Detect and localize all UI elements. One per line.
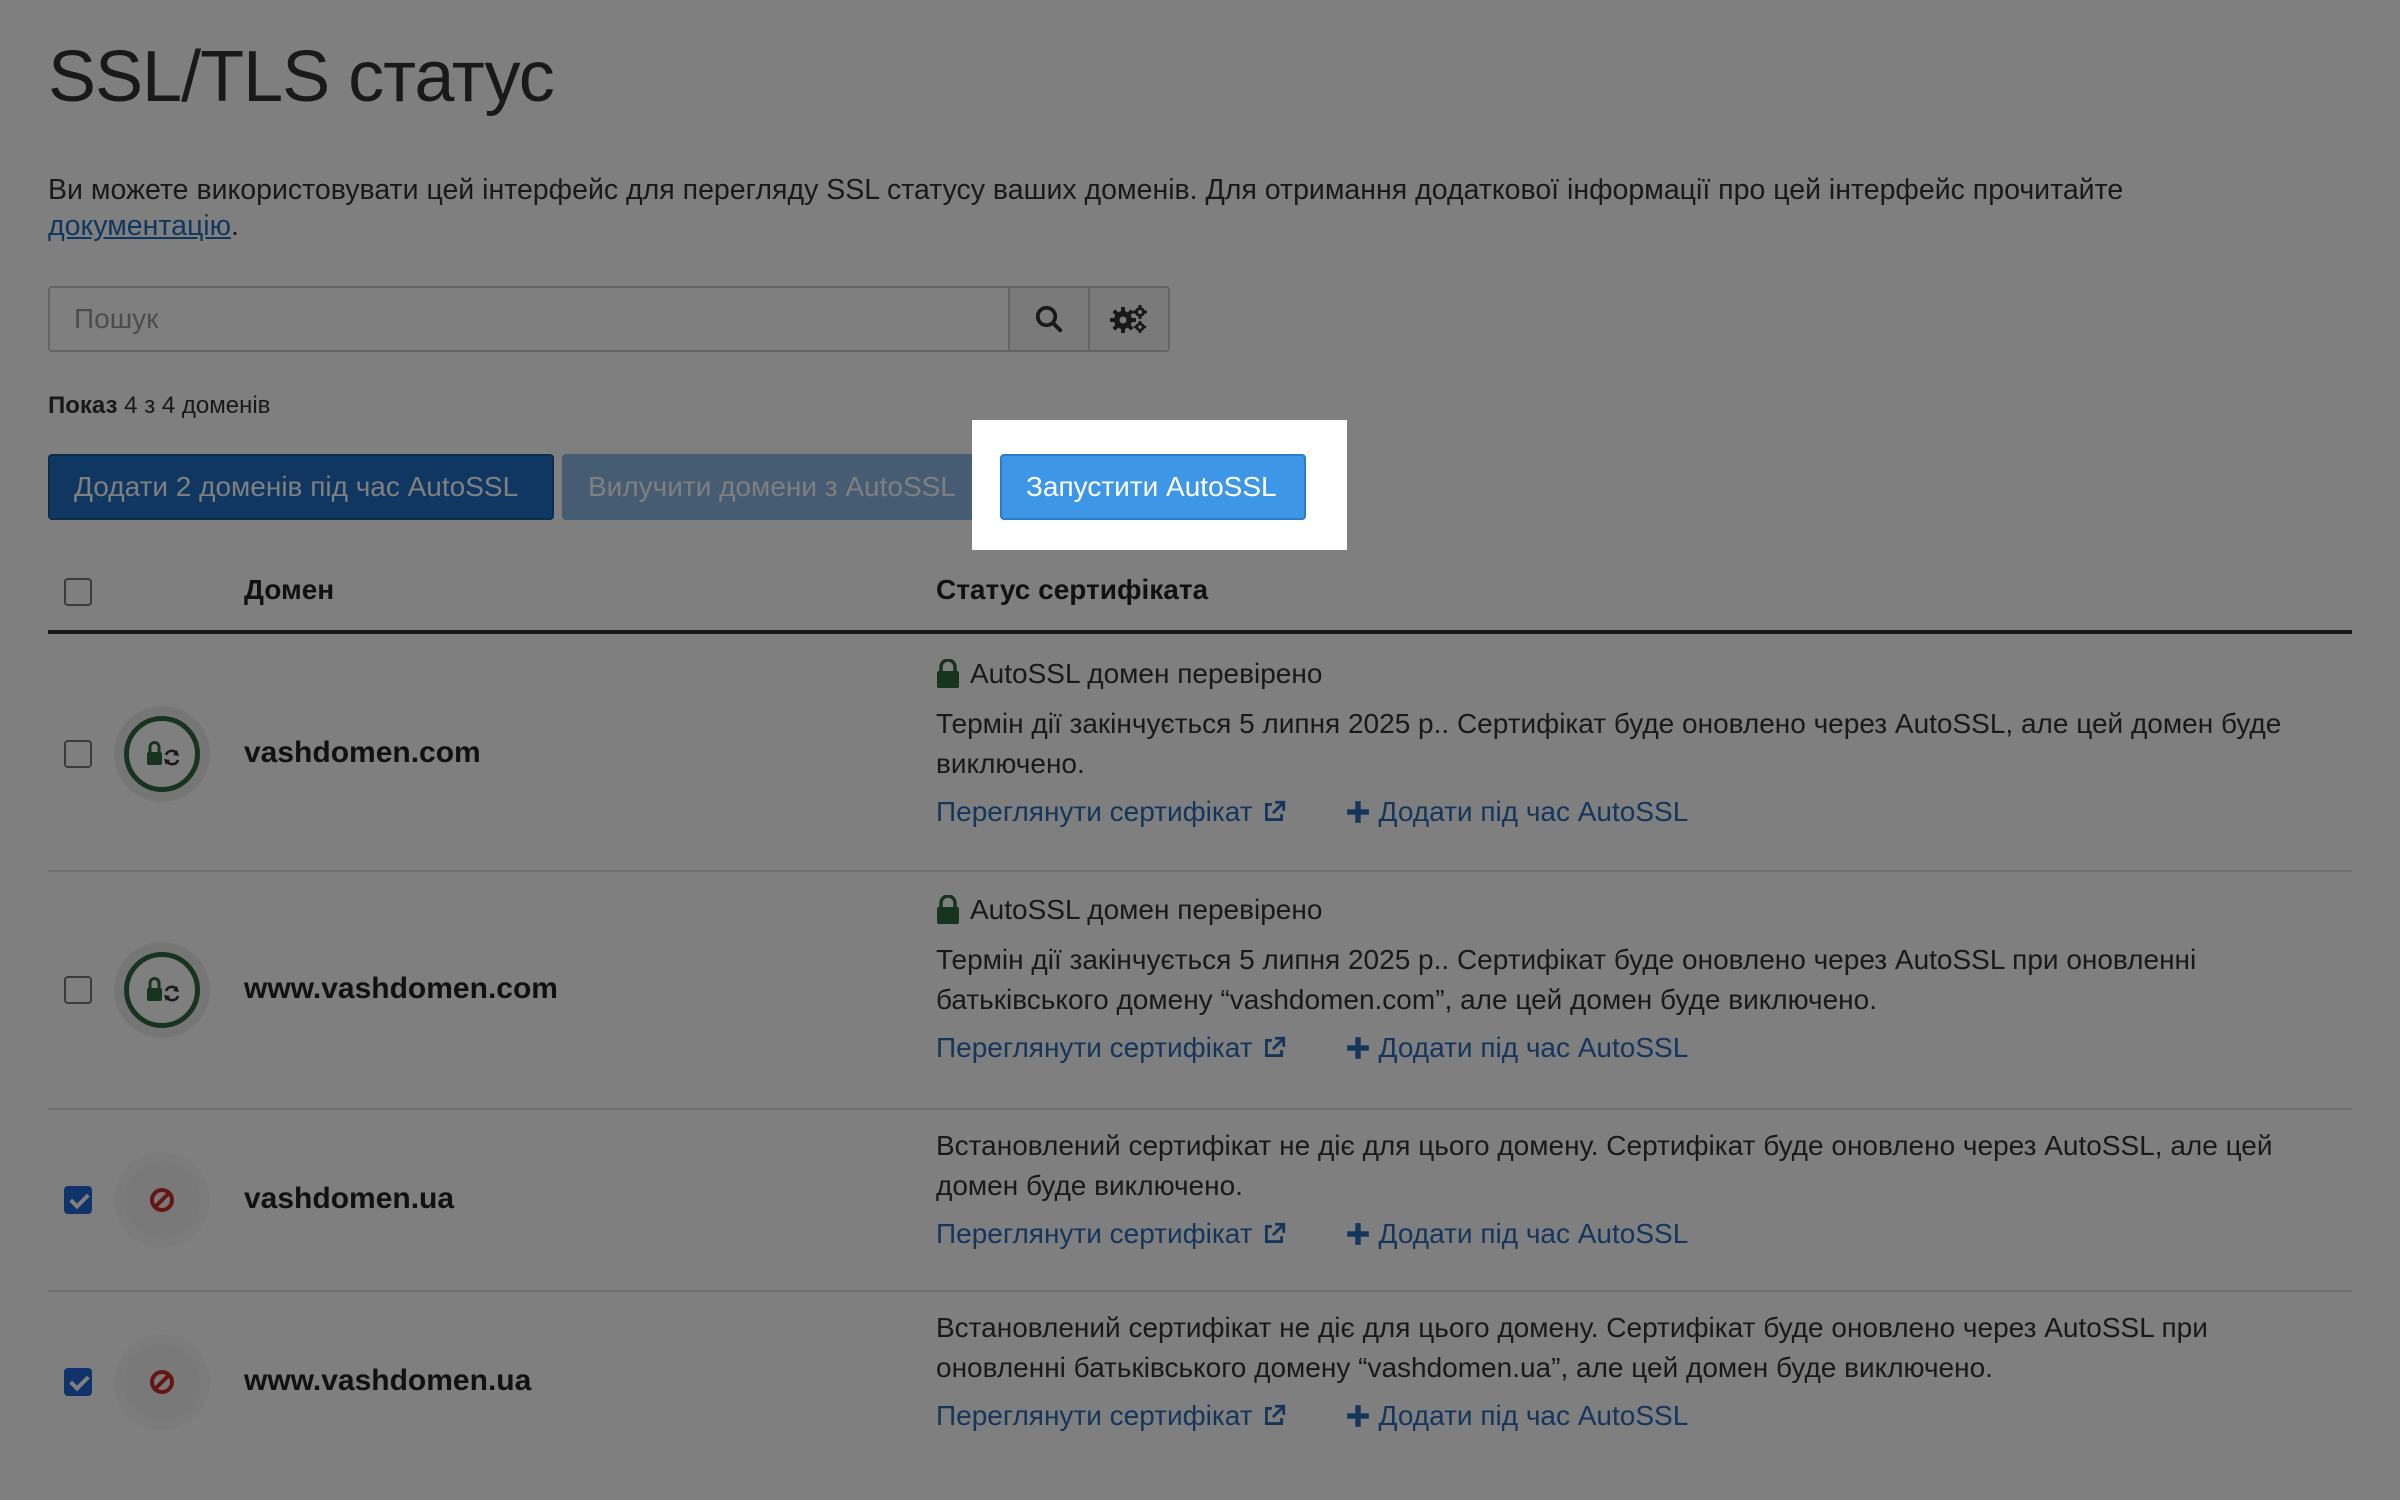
- certificate-status: Встановлений сертифікат не діє для цього…: [936, 1126, 2336, 1250]
- intro-text: Ви можете використовувати цей інтерфейс …: [48, 172, 2328, 244]
- documentation-link[interactable]: документацію: [48, 210, 231, 242]
- certificate-status: Встановлений сертифікат не діє для цього…: [936, 1308, 2336, 1432]
- select-all-checkbox[interactable]: [64, 578, 92, 606]
- add-autossl-label: Додати під час AutoSSL: [1378, 1400, 1689, 1431]
- external-link-icon: [1264, 800, 1285, 821]
- gears-icon: [1110, 305, 1147, 333]
- row-actions: Переглянути сертифікат Додати під час Au…: [936, 1032, 2336, 1064]
- add-autossl-label: Додати під час AutoSSL: [1378, 796, 1689, 827]
- showing-value: 4 з 4 доменів: [124, 392, 271, 419]
- add-domains-autossl-button[interactable]: Додати 2 доменів під час AutoSSL: [48, 454, 554, 520]
- ban-icon: [124, 1344, 200, 1420]
- external-link-icon: [1264, 1222, 1285, 1243]
- table-row: vashdomen.com AutoSSL домен перевірено Т…: [48, 632, 2352, 872]
- view-certificate-link[interactable]: Переглянути сертифікат: [936, 796, 1287, 828]
- view-certificate-label: Переглянути сертифікат: [936, 1032, 1253, 1063]
- page-title: SSL/TLS статус: [48, 37, 555, 117]
- row-checkbox[interactable]: [64, 976, 92, 1004]
- exclude-domains-autossl-button[interactable]: Вилучити домени з AutoSSL: [562, 454, 992, 520]
- status-text: Термін дії закінчується 5 липня 2025 р..…: [936, 944, 2197, 1015]
- row-actions: Переглянути сертифікат Додати під час Au…: [936, 1400, 2336, 1432]
- view-certificate-link[interactable]: Переглянути сертифікат: [936, 1400, 1287, 1432]
- column-certificate-status: Статус сертифіката: [936, 574, 1209, 605]
- certificate-status: AutoSSL домен перевірено Термін дії закі…: [936, 894, 2336, 1064]
- external-link-icon: [1264, 1404, 1285, 1425]
- external-link-icon: [1264, 1036, 1285, 1057]
- row-checkbox[interactable]: [64, 740, 92, 768]
- intro-body: Ви можете використовувати цей інтерфейс …: [48, 174, 2124, 206]
- search-input[interactable]: [50, 288, 1008, 350]
- add-autossl-link[interactable]: Додати під час AutoSSL: [1345, 796, 1689, 828]
- table-header: Домен Статус сертифіката: [48, 566, 2352, 634]
- table-row: vashdomen.ua Встановлений сертифікат не …: [48, 1110, 2352, 1292]
- status-title: AutoSSL домен перевірено: [936, 894, 2336, 926]
- table-row: www.vashdomen.com AutoSSL домен перевіре…: [48, 872, 2352, 1110]
- search-icon: [1035, 305, 1063, 333]
- plus-icon: [1346, 1037, 1369, 1059]
- domain-name: www.vashdomen.ua: [244, 1364, 532, 1397]
- ban-icon: [124, 1162, 200, 1238]
- row-checkbox[interactable]: [64, 1186, 92, 1214]
- status-text: Термін дії закінчується 5 липня 2025 р..…: [936, 708, 2282, 779]
- view-certificate-label: Переглянути сертифікат: [936, 1218, 1253, 1249]
- plus-icon: [1346, 1405, 1369, 1427]
- lock-sync-icon: [124, 716, 200, 792]
- spotlight: Запустити AutoSSL: [972, 420, 1347, 550]
- view-certificate-label: Переглянути сертифікат: [936, 796, 1253, 827]
- table-row: www.vashdomen.ua Встановлений сертифікат…: [48, 1292, 2352, 1472]
- settings-button[interactable]: [1088, 288, 1168, 350]
- row-actions: Переглянути сертифікат Додати під час Au…: [936, 1218, 2336, 1250]
- lock-sync-icon: [124, 952, 200, 1028]
- status-title: AutoSSL домен перевірено: [936, 658, 2336, 690]
- certificate-status: AutoSSL домен перевірено Термін дії закі…: [936, 658, 2336, 828]
- add-autossl-link[interactable]: Додати під час AutoSSL: [1345, 1032, 1689, 1064]
- search-button[interactable]: [1008, 288, 1088, 350]
- lock-icon: [937, 659, 959, 688]
- run-autossl-button[interactable]: Запустити AutoSSL: [1000, 454, 1306, 520]
- add-autossl-link[interactable]: Додати під час AutoSSL: [1345, 1400, 1689, 1432]
- add-autossl-label: Додати під час AutoSSL: [1378, 1032, 1689, 1063]
- status-text: Встановлений сертифікат не діє для цього…: [936, 1312, 2208, 1383]
- view-certificate-label: Переглянути сертифікат: [936, 1400, 1253, 1431]
- plus-icon: [1346, 1223, 1369, 1245]
- row-checkbox[interactable]: [64, 1368, 92, 1396]
- view-certificate-link[interactable]: Переглянути сертифікат: [936, 1032, 1287, 1064]
- view-certificate-link[interactable]: Переглянути сертифікат: [936, 1218, 1287, 1250]
- showing-count: Показ 4 з 4 доменів: [48, 392, 270, 420]
- add-autossl-label: Додати під час AutoSSL: [1378, 1218, 1689, 1249]
- lock-icon: [937, 895, 959, 924]
- status-title-text: AutoSSL домен перевірено: [970, 658, 1323, 689]
- domain-name: vashdomen.ua: [244, 1182, 455, 1215]
- status-title-text: AutoSSL домен перевірено: [970, 894, 1323, 925]
- domain-name: vashdomen.com: [244, 736, 481, 769]
- status-text: Встановлений сертифікат не діє для цього…: [936, 1130, 2273, 1201]
- intro-end: .: [231, 210, 239, 242]
- column-domain: Домен: [244, 574, 335, 605]
- domain-name: www.vashdomen.com: [244, 972, 558, 1005]
- plus-icon: [1346, 801, 1369, 823]
- showing-label: Показ: [48, 392, 118, 419]
- add-autossl-link[interactable]: Додати під час AutoSSL: [1345, 1218, 1689, 1250]
- row-actions: Переглянути сертифікат Додати під час Au…: [936, 796, 2336, 828]
- search-group: [48, 286, 1170, 352]
